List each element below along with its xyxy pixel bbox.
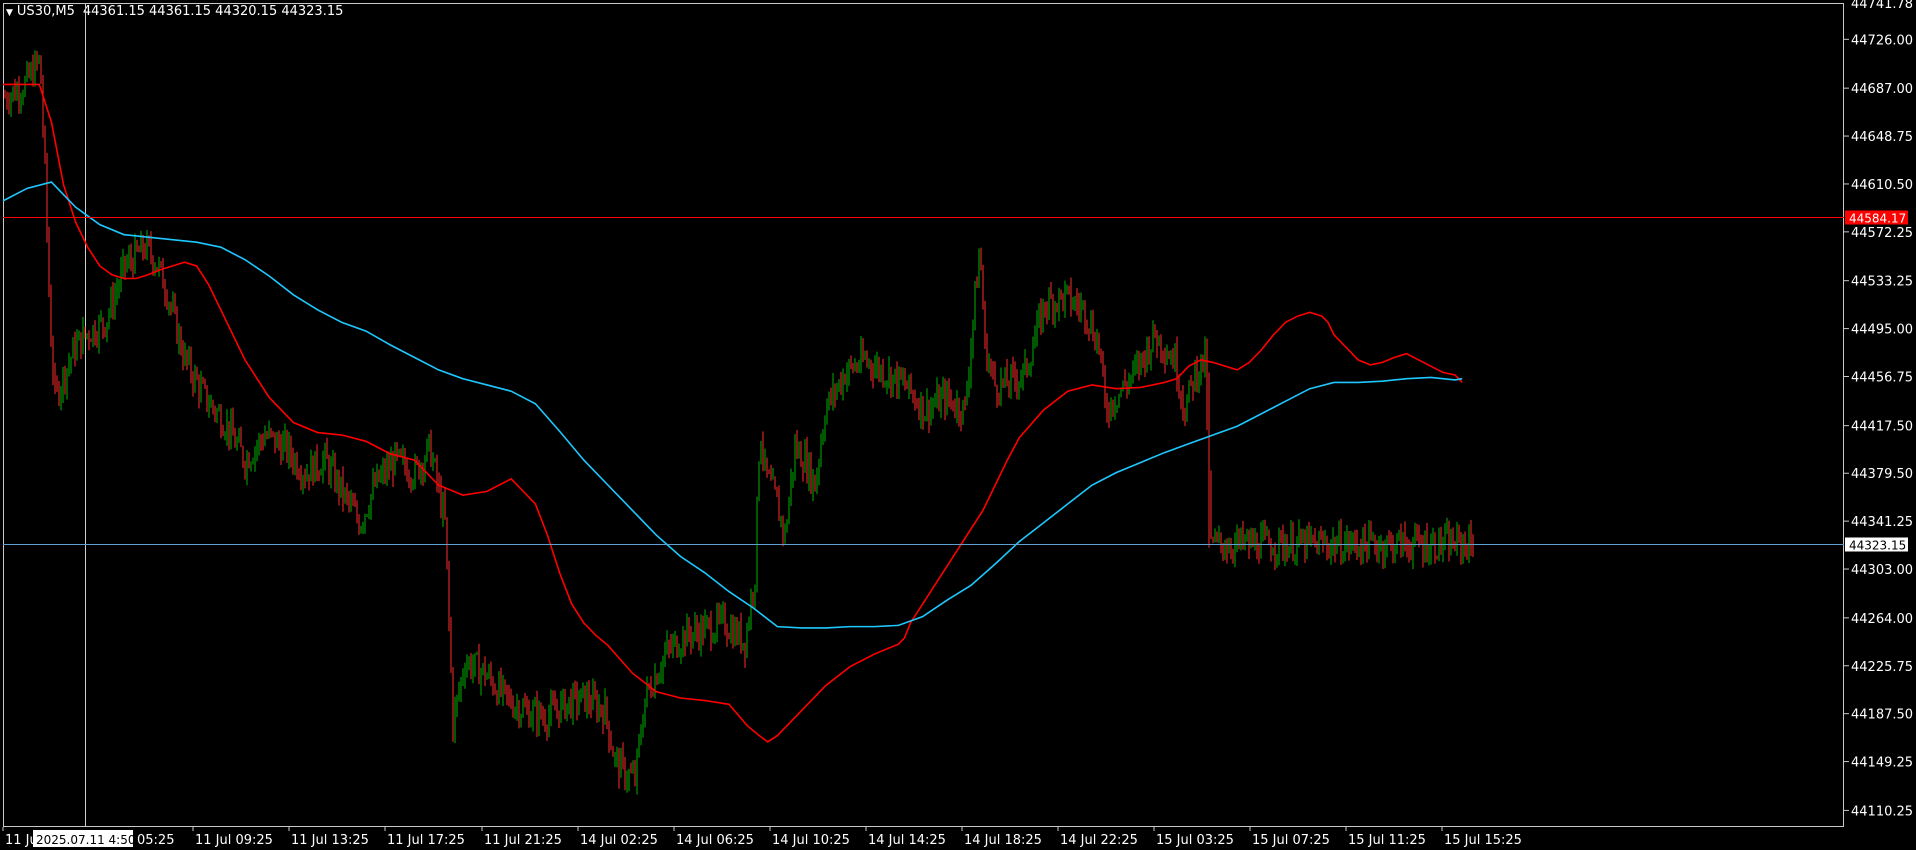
price-tick-label: 44495.00 xyxy=(1851,323,1913,338)
price-tick-label: 44648.75 xyxy=(1851,130,1913,145)
time-tick-label: 11 Jul 09:25 xyxy=(195,833,273,848)
price-tick-label: 44726.00 xyxy=(1851,33,1913,48)
time-tick-label: 11 Jul 13:25 xyxy=(291,833,369,848)
price-tick-label: 44456.75 xyxy=(1851,370,1913,385)
price-tick-label: 44417.50 xyxy=(1851,420,1913,435)
time-tick-label: 14 Jul 10:25 xyxy=(772,833,850,848)
chart-window[interactable]: ▼ US30,M5 44361.15 44361.15 44320.15 44323… xyxy=(0,0,1916,850)
price-tick-label: 44533.25 xyxy=(1851,275,1913,290)
time-tick-label: 14 Jul 02:25 xyxy=(580,833,658,848)
price-tick-label: 44110.25 xyxy=(1851,804,1913,819)
price-tick-label: 44610.50 xyxy=(1851,178,1913,193)
time-tick-label: 15 Jul 03:25 xyxy=(1156,833,1234,848)
price-tick-label: 44687.00 xyxy=(1851,82,1913,97)
time-tick-label: 05:25 xyxy=(137,833,174,848)
price-tick-label: 44572.25 xyxy=(1851,226,1913,241)
time-tick-label: 14 Jul 22:25 xyxy=(1060,833,1138,848)
time-tick-label: 11 Jul 17:25 xyxy=(387,833,465,848)
time-tick-label: 14 Jul 06:25 xyxy=(676,833,754,848)
current-bid-label: 44323.15 xyxy=(1849,539,1906,553)
time-tick-label: 11 Jul 21:25 xyxy=(484,833,562,848)
price-tick-label: 44225.75 xyxy=(1851,660,1913,675)
price-tick-label: 44341.25 xyxy=(1851,515,1913,530)
crosshair-time-label: 2025.07.11 4:50 xyxy=(36,833,135,847)
time-tick-label: 14 Jul 18:25 xyxy=(964,833,1042,848)
price-tick-label: 44303.00 xyxy=(1851,563,1913,578)
ma-line-ma-blue xyxy=(2,181,1463,629)
candles xyxy=(4,50,1474,795)
time-tick-label: 14 Jul 14:25 xyxy=(868,833,946,848)
time-tick-label: 15 Jul 11:25 xyxy=(1348,833,1426,848)
time-tick-label: 15 Jul 15:25 xyxy=(1444,833,1522,848)
time-tick-label: 15 Jul 07:25 xyxy=(1252,833,1330,848)
price-tick-label: 44264.00 xyxy=(1851,612,1913,627)
price-tick-label: 44379.50 xyxy=(1851,467,1913,482)
alert-level-label: 44584.17 xyxy=(1849,212,1906,226)
price-tick-label: 44149.25 xyxy=(1851,756,1913,771)
price-top-label: 44741.78 xyxy=(1851,0,1913,12)
price-tick-label: 44187.50 xyxy=(1851,708,1913,723)
chart-canvas[interactable]: 44584.17 44323.15 44726.00 44687.00 44648.75… xyxy=(0,0,1916,850)
